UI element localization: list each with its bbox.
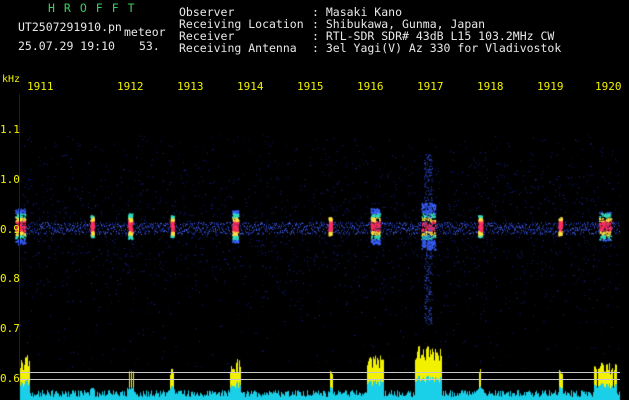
filename-label: UT2507291910.pn [18,20,122,34]
signal-reference-line [20,372,620,373]
x-tick: 1920 [595,80,622,93]
app-title: HROFFT [48,1,144,15]
signal-reference-line [20,379,620,380]
y-tick: 0.9 [0,223,20,236]
antenna-label: Receiving Antenna [179,41,297,55]
datetime-label: 25.07.29 19:10 [18,39,115,53]
x-tick: 1912 [117,80,144,93]
y-tick: 1.1 [0,123,20,136]
meteor-tag: meteor [124,25,166,39]
y-axis-unit: kHz [2,74,21,85]
antenna-value: : 3el Yagi(V) Az 330 for Vladivostok [312,41,562,55]
x-tick: 1915 [297,80,324,93]
y-tick: 1.0 [0,173,20,186]
x-tick: 1919 [537,80,564,93]
meteor-count: 53. [139,39,160,53]
y-tick: 0.8 [0,272,20,285]
y-tick: 0.7 [0,322,20,335]
x-tick: 1917 [417,80,444,93]
y-tick: 0.6 [0,372,20,385]
x-tick: 1914 [237,80,264,93]
spectrogram [0,94,629,400]
x-tick: 1911 [27,80,54,93]
x-tick: 1913 [177,80,204,93]
y-axis-line [19,94,20,400]
x-tick: 1918 [477,80,504,93]
x-tick: 1916 [357,80,384,93]
